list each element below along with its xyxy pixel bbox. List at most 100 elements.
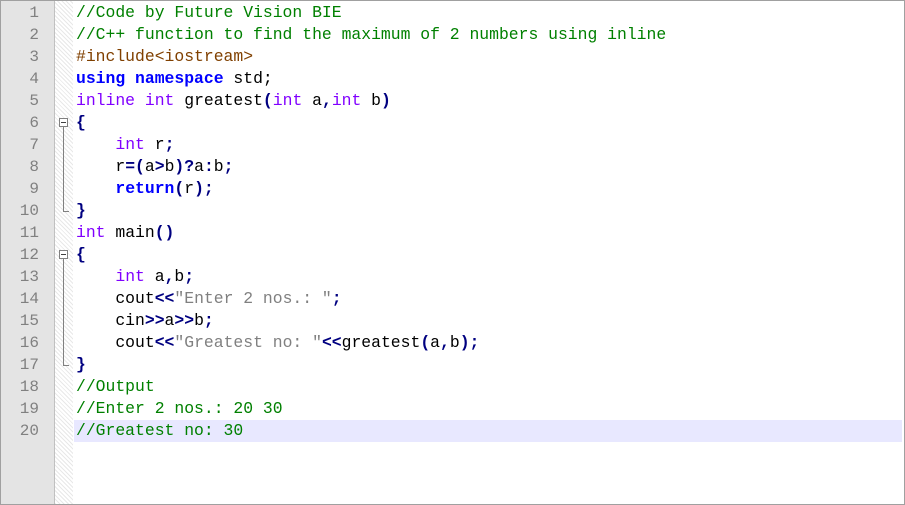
code-token: std; [223,69,273,88]
code-token: cout [76,289,155,308]
fold-line-marker [55,156,73,178]
code-token: ); [459,333,480,352]
code-line[interactable]: 8 r=(a>b)?a:b; [1,156,904,178]
code-text[interactable]: #include<iostream> [74,46,902,68]
code-token: //C++ function to find the maximum of 2 … [76,25,667,44]
code-token: >> [174,311,195,330]
code-line[interactable]: 20 //Greatest no: 30 [1,420,904,442]
code-token: ( [420,333,431,352]
code-token: << [154,289,175,308]
code-text[interactable]: { [74,112,902,134]
code-token: } [76,201,86,220]
line-number: 13 [19,268,39,286]
line-number: 12 [19,246,39,264]
fold-toggle-icon[interactable] [55,112,73,134]
code-text[interactable]: //Enter 2 nos.: 20 30 [74,398,902,420]
code-line[interactable]: 10} [1,200,904,222]
code-text[interactable]: cin>>a>>b; [74,310,902,332]
code-token: r [184,179,195,198]
code-text[interactable]: } [74,200,902,222]
line-number: 5 [29,92,39,110]
code-line[interactable]: 17} [1,354,904,376]
code-line[interactable]: 11 int main() [1,222,904,244]
code-line[interactable]: 9 return(r); [1,178,904,200]
fold-toggle-icon[interactable] [55,244,73,266]
code-text[interactable]: { [74,244,902,266]
code-text[interactable]: //Code by Future Vision BIE [74,2,902,24]
code-token: ; [223,157,234,176]
fold-line-marker [55,178,73,200]
code-token: b [361,91,382,110]
code-token: b [174,267,185,286]
code-text[interactable]: r=(a>b)?a:b; [74,156,902,178]
line-number: 2 [29,26,39,44]
code-line[interactable]: 6{ [1,112,904,134]
code-line[interactable]: 1 //Code by Future Vision BIE [1,2,904,24]
fold-line-marker [55,332,73,354]
code-text[interactable]: int r; [74,134,902,156]
code-line[interactable]: 5 inline int greatest(int a,int b) [1,90,904,112]
code-text[interactable]: int main() [74,222,902,244]
code-token: , [321,91,332,110]
code-token: cout [76,333,155,352]
code-text[interactable]: cout<<"Enter 2 nos.: "; [74,288,902,310]
code-line[interactable]: 7 int r; [1,134,904,156]
code-token: greatest [341,333,421,352]
code-token: int [272,91,303,110]
code-line[interactable]: 2 //C++ function to find the maximum of 2… [1,24,904,46]
code-token: //Enter 2 nos.: 20 30 [76,399,283,418]
fold-line-marker [55,310,73,332]
fold-line-marker [55,288,73,310]
code-line[interactable]: 3 #include<iostream> [1,46,904,68]
code-token: { [76,245,86,264]
fold-end-marker [55,354,73,376]
code-token: () [154,223,175,242]
code-token: ); [194,179,214,198]
code-editor[interactable]: 1 //Code by Future Vision BIE 2 //C++ funct… [0,0,905,505]
code-text[interactable]: int a,b; [74,266,902,288]
code-token: return [115,179,175,198]
fold-line-marker [55,134,73,156]
code-text[interactable]: //C++ function to find the maximum of 2 … [74,24,902,46]
code-token: b [164,157,175,176]
code-text[interactable]: //Greatest no: 30 [74,420,902,442]
code-token: a [144,267,165,286]
line-number: 20 [19,422,39,440]
code-lines[interactable]: 1 //Code by Future Vision BIE 2 //C++ funct… [1,2,904,442]
code-token: )? [174,157,195,176]
code-text[interactable]: } [74,354,902,376]
code-line[interactable]: 12 { [1,244,904,266]
code-text[interactable]: cout<<"Greatest no: "<<greatest(a,b); [74,332,902,354]
line-number: 6 [29,114,39,132]
code-token: using [76,69,126,88]
code-token: << [154,333,175,352]
code-line[interactable]: 15 cin>>a>>b; [1,310,904,332]
fold-end-marker [55,200,73,222]
code-token: int [115,267,145,286]
code-token: ( [262,91,273,110]
code-text[interactable]: inline int greatest(int a,int b) [74,90,902,112]
code-token: b [449,333,460,352]
code-line[interactable]: 16 cout<<"Greatest no: "<<greatest(a,b); [1,332,904,354]
code-text[interactable]: //Output [74,376,902,398]
code-line[interactable]: 13 int a,b; [1,266,904,288]
code-token: r [144,135,165,154]
code-token: , [164,267,175,286]
code-line[interactable]: 18 //Output [1,376,904,398]
code-line[interactable]: 14 cout<<"Enter 2 nos.: "; [1,288,904,310]
code-token: >> [144,311,165,330]
code-line[interactable]: 19 //Enter 2 nos.: 20 30 [1,398,904,420]
code-token: b [213,157,224,176]
code-text[interactable]: return(r); [74,178,902,200]
line-number: 11 [19,224,39,242]
code-line[interactable]: 4 using namespace std; [1,68,904,90]
code-token: { [76,113,86,132]
code-token: ; [184,267,195,286]
line-number: 16 [19,334,39,352]
fold-line-marker [55,266,73,288]
code-text[interactable]: using namespace std; [74,68,902,90]
